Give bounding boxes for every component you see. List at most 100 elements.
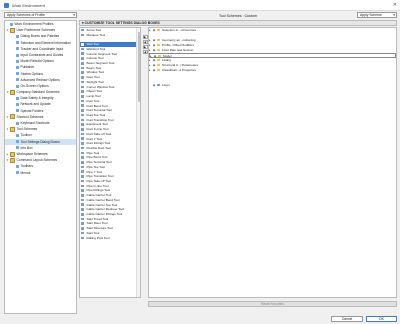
page-icon <box>15 171 19 175</box>
page-icon <box>15 146 19 150</box>
tools-scrollbar[interactable] <box>136 28 140 297</box>
panel-row-label: Floor Plan and Section <box>162 48 194 52</box>
chevron-down-icon: ▾ <box>393 13 395 17</box>
ok-button[interactable]: OK <box>366 316 397 322</box>
add-right-button[interactable]: ▶ <box>142 35 148 39</box>
tool-icon <box>81 66 84 70</box>
window-title: Work Environment <box>12 2 45 8</box>
tool-label: Duct Tool <box>86 98 100 103</box>
tree-item-label: Selection and Element Information <box>20 40 71 45</box>
panel-title: Tool Schemes : Custom <box>219 13 257 18</box>
tools-list[interactable]: Arrow Tool Marquee Tool Wall Tool Wall End … <box>79 27 141 298</box>
tree-item-label: Data Safety & Integrity <box>20 96 54 101</box>
tool-label: Pipe Transition Tool <box>86 174 114 179</box>
tool-icon <box>81 127 84 131</box>
tool-label: Stair Tool <box>86 230 100 235</box>
title-bar: Work Environment ✕ <box>0 0 400 11</box>
panel-row-label: Selection In...d Favorites <box>162 28 197 32</box>
add-all-right-button[interactable]: ▶ <box>142 45 148 49</box>
page-icon <box>9 22 13 26</box>
tool-icon <box>81 175 84 178</box>
tool-icon <box>81 161 84 164</box>
tree-item-label: User Preference Schemes <box>16 28 56 33</box>
tree-item[interactable]: Menus <box>5 170 76 176</box>
tool-icon <box>81 146 84 150</box>
tool-icon <box>81 90 84 93</box>
tool-icon <box>81 104 84 107</box>
tool-list-item[interactable]: Railing Post Tool <box>80 236 140 241</box>
dialog-footer: Cancel OK <box>0 314 400 324</box>
tool-label: Pipe Tee Tool <box>86 164 105 169</box>
remove-all-left-button[interactable]: ◀ <box>142 50 148 54</box>
tool-icon <box>81 123 84 126</box>
reset-favorites-button[interactable]: Reset Favorites <box>148 301 397 307</box>
scheme-panels-list[interactable]: ▸ ◉ Selection In...d Favorites ▸ ◉ Geometry a… <box>148 27 397 298</box>
page-icon <box>15 121 19 125</box>
folder-icon <box>9 89 15 95</box>
scrollbar-thumb[interactable] <box>137 32 140 102</box>
tool-icon <box>81 113 84 117</box>
close-icon[interactable]: ✕ <box>393 2 397 8</box>
tree-item-label: Work Environment Profiles <box>14 22 54 26</box>
apply-scheme-dropdown[interactable]: Apply Scheme ▾ <box>357 12 397 18</box>
page-icon <box>15 103 19 107</box>
page-icon <box>15 41 19 45</box>
tool-label: Stair Tread Tool <box>86 216 109 221</box>
tool-icon <box>81 165 84 169</box>
tool-icon <box>81 85 84 89</box>
tree-item-label: Advanced Redraw Options <box>20 77 60 82</box>
profile-scheme-dropdown-label: Apply Schemes of Profile <box>7 13 45 17</box>
page-icon <box>15 84 19 88</box>
page-icon <box>15 164 19 168</box>
cancel-button[interactable]: Cancel <box>331 316 363 322</box>
tool-icon <box>81 43 84 46</box>
tree-item-label: Network and Update <box>20 102 51 107</box>
panel-row[interactable]: ◉ Layer <box>149 83 396 88</box>
tool-label: Stair Riser Tool <box>86 221 108 226</box>
page-icon <box>15 65 19 69</box>
page-icon <box>15 53 19 57</box>
tree-item-label: Tracker and Coordinate Input <box>20 46 64 51</box>
scheme-tree[interactable]: Work Environment Profiles ▾ User Preferenc… <box>4 20 77 314</box>
tree-item-label: Dialog Boxes and Palettes <box>20 34 60 39</box>
tree-item-label: Company Standard Schemes <box>16 90 60 95</box>
tool-label: Beam Tool <box>86 65 102 70</box>
tool-label: Pipe Tool <box>86 150 100 155</box>
tool-icon <box>81 109 84 112</box>
panel-row-label: Structural A...l Parameters <box>162 63 199 67</box>
tool-label: Pipe In-line Tool <box>86 183 109 188</box>
tool-icon <box>81 184 84 188</box>
tool-label: Door Tool <box>86 75 100 80</box>
tool-icon <box>81 179 84 183</box>
tree-item-label: Menus <box>20 170 31 175</box>
tree-item-label: Command Layout Schemes <box>16 158 58 163</box>
panel-row-label: Layer <box>162 83 170 87</box>
folder-icon <box>157 58 160 62</box>
page-icon <box>15 59 19 63</box>
tool-icon <box>81 137 84 141</box>
tree-item-label: Info Box <box>20 145 33 150</box>
tool-label: Duct In-line Tool <box>86 127 109 132</box>
page-icon <box>15 140 19 144</box>
tool-icon <box>81 80 84 84</box>
eye-icon[interactable]: ◉ <box>152 83 156 88</box>
tool-label: Window Tool <box>86 70 104 75</box>
tool-label: Beam Segment Tool <box>86 61 115 66</box>
apply-scheme-dropdown-label: Apply Scheme <box>360 13 382 17</box>
tree-item-label: On-Screen Options <box>20 83 49 88</box>
panel-row-label: Listing <box>162 58 171 62</box>
tool-icon <box>81 52 84 56</box>
page-icon <box>15 47 19 51</box>
tool-label: Pipe Y Tool <box>86 169 102 174</box>
page-icon <box>15 78 19 82</box>
remove-left-button[interactable]: ◀ <box>142 40 148 44</box>
tool-icon <box>81 76 84 79</box>
tool-icon <box>81 231 84 235</box>
app-icon <box>4 2 9 8</box>
tool-label: Cable Carrier Tool <box>86 193 112 198</box>
tool-icon <box>81 203 84 207</box>
tool-label: Pipe Fittings Tool <box>86 188 111 193</box>
tool-icon <box>81 33 84 37</box>
profile-scheme-dropdown[interactable]: Apply Schemes of Profile ▾ <box>4 12 77 18</box>
tool-label: Lamp Tool <box>86 94 101 99</box>
